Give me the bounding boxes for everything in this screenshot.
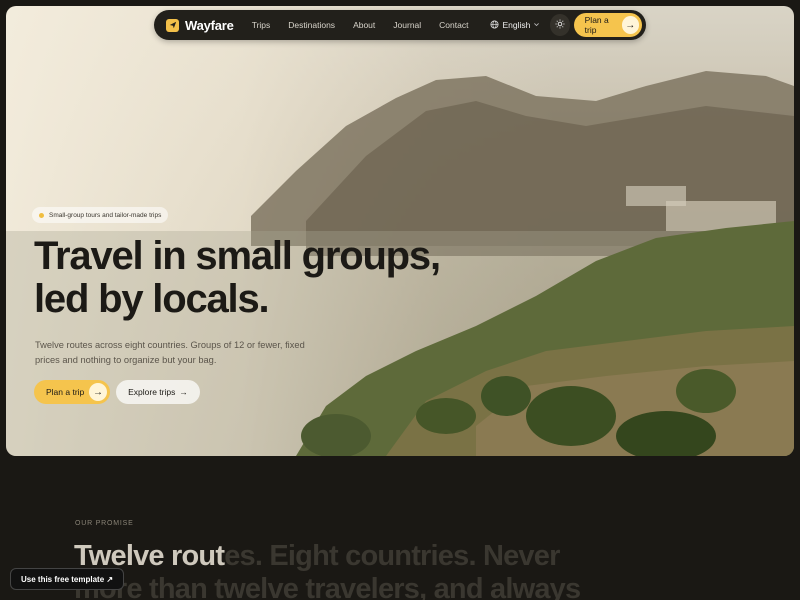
- nav-plan-trip-button[interactable]: Plan a trip →: [573, 13, 642, 37]
- theme-toggle-button[interactable]: [550, 14, 570, 36]
- badge-dot-icon: [39, 212, 44, 218]
- chevron-down-icon: [533, 20, 540, 30]
- promise-statement: Twelve routes. Eight countries. Never mo…: [74, 540, 594, 600]
- hero-subtext: Twelve routes across eight countries. Gr…: [35, 340, 305, 365]
- nav-link-about[interactable]: About: [353, 20, 375, 30]
- top-nav: Wayfare Trips Destinations About Journal…: [154, 10, 646, 40]
- nav-link-destinations[interactable]: Destinations: [288, 20, 335, 30]
- nav-link-trips[interactable]: Trips: [252, 20, 271, 30]
- plan-trip-button[interactable]: Plan a trip →: [34, 380, 110, 404]
- arrow-right-icon: →: [89, 383, 107, 401]
- explore-trips-label: Explore trips: [128, 387, 176, 397]
- use-template-button[interactable]: Use this free template ↗: [10, 568, 125, 590]
- nav-plan-trip-label: Plan a trip: [584, 15, 609, 35]
- nav-link-journal[interactable]: Journal: [393, 20, 421, 30]
- explore-trips-button[interactable]: Explore trips →: [116, 380, 200, 404]
- plan-trip-label: Plan a trip: [46, 387, 85, 397]
- sun-icon: [555, 16, 565, 34]
- language-selector[interactable]: English: [490, 19, 540, 31]
- nav-link-contact[interactable]: Contact: [439, 20, 468, 30]
- promise-eyebrow: OUR PROMISE: [75, 520, 134, 527]
- brand-name: Wayfare: [185, 17, 234, 33]
- brand-logo[interactable]: Wayfare: [166, 18, 234, 33]
- globe-icon: [490, 19, 499, 31]
- hero-headline-line2: led by locals.: [34, 277, 270, 321]
- hero-badge-text: Small-group tours and tailor-made trips: [49, 211, 162, 219]
- hero-headline: Travel in small groups, led by locals.: [34, 235, 464, 321]
- hero-headline-line1: Travel in small groups,: [34, 234, 441, 278]
- hero-badge: Small-group tours and tailor-made trips: [32, 207, 169, 223]
- arrow-right-icon: →: [179, 387, 188, 397]
- arrow-right-icon: →: [621, 16, 639, 34]
- language-label: English: [502, 20, 531, 30]
- paper-plane-icon: [166, 18, 179, 32]
